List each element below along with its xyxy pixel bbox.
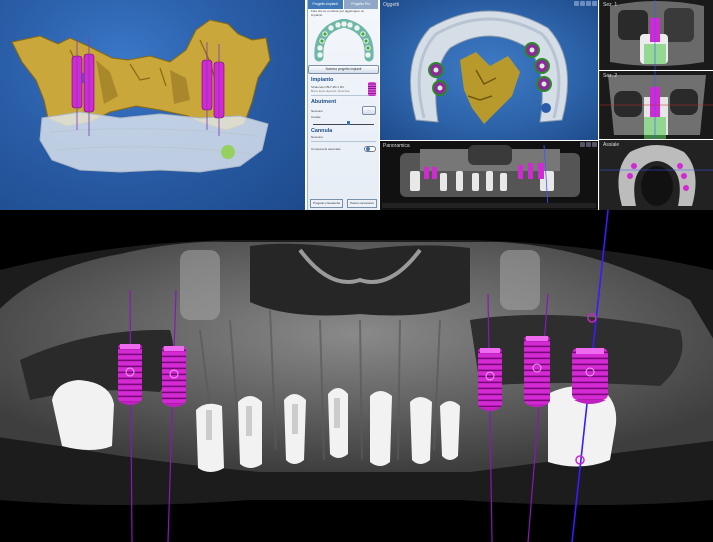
ct-panoramic-small-viewport[interactable]: Panoramica: [380, 141, 598, 210]
tool-icon[interactable]: [592, 1, 597, 6]
implant-description: Bone level tapered, SLActive: [311, 88, 350, 93]
implant-planning-panel: Progetto implanti Progetto Pro Fare clic…: [307, 0, 379, 210]
viewport-title: Panoramica: [383, 143, 410, 149]
sleeve-label: Canale: [311, 115, 321, 119]
panel-footer: Progetto precedente Passo successivo: [308, 199, 379, 208]
sleeve-offset-slider[interactable]: [313, 121, 374, 125]
viewport-title: Oggetti: [383, 2, 400, 8]
components-toggle[interactable]: [364, 145, 376, 152]
abutment-value: Nessuno: [311, 108, 323, 113]
sleeve-section-title: Cannula: [311, 128, 333, 134]
main-panoramic-ct-viewport[interactable]: [0, 210, 713, 542]
tool-icon[interactable]: [586, 1, 591, 6]
tooth-arch-selector[interactable]: [313, 18, 375, 63]
guide-scan-mesh: [39, 111, 269, 173]
ct-axial-viewport[interactable]: Assiale: [599, 140, 713, 210]
3d-render-viewport[interactable]: [0, 0, 305, 210]
tooth: [410, 397, 432, 464]
ct-cross-section-1[interactable]: Sez. 1: [599, 0, 713, 70]
tool-icon[interactable]: [580, 1, 585, 6]
viewport-toolbar: [579, 141, 598, 148]
previous-step-button[interactable]: Progetto precedente: [309, 199, 344, 208]
panel-instructions: Fare clic su un dente per aggiungere un …: [311, 9, 365, 17]
ct-cross-section-2[interactable]: Sez. 2: [599, 71, 713, 139]
components-label: Componenti associate: [311, 146, 341, 151]
viewport-toolbar: [573, 0, 598, 7]
divider: [311, 141, 376, 142]
top-viewport-strip: Progetto implanti Progetto Pro Fare clic…: [0, 0, 713, 210]
divider: [311, 95, 376, 96]
3d-arch-viewport[interactable]: Oggetti: [380, 0, 598, 140]
tooth: [52, 380, 114, 450]
tool-icon[interactable]: [580, 142, 585, 147]
maxilla-bone: [11, 19, 271, 131]
tab-implant-project[interactable]: Progetto implanti: [308, 0, 344, 9]
tool-icon[interactable]: [592, 142, 597, 147]
abutment-section-title: Abutment: [311, 99, 337, 105]
next-step-button[interactable]: Passo successivo: [347, 199, 377, 208]
panel-tabs: Progetto implanti Progetto Pro: [308, 0, 379, 9]
viewport-title: Assiale: [603, 142, 620, 148]
implant: [162, 346, 186, 407]
tab-pro-project[interactable]: Progetto Pro: [343, 0, 379, 9]
viewport-title: Sez. 2: [603, 73, 618, 79]
tooth: [370, 391, 392, 466]
sleeve-value: Nessuna: [311, 135, 323, 139]
tool-icon[interactable]: [586, 142, 591, 147]
tooth: [440, 401, 460, 460]
viewport-title: Sez. 1: [603, 2, 618, 8]
implant: [524, 336, 550, 407]
implant: [478, 348, 502, 411]
number-implants-button[interactable]: Numera progetto impianti: [308, 65, 379, 74]
implant: [572, 348, 608, 404]
tool-icon[interactable]: [574, 1, 579, 6]
implant-thumbnail[interactable]: [368, 81, 376, 96]
abutment-edit-button[interactable]: …: [362, 106, 376, 115]
implant: [118, 344, 142, 405]
